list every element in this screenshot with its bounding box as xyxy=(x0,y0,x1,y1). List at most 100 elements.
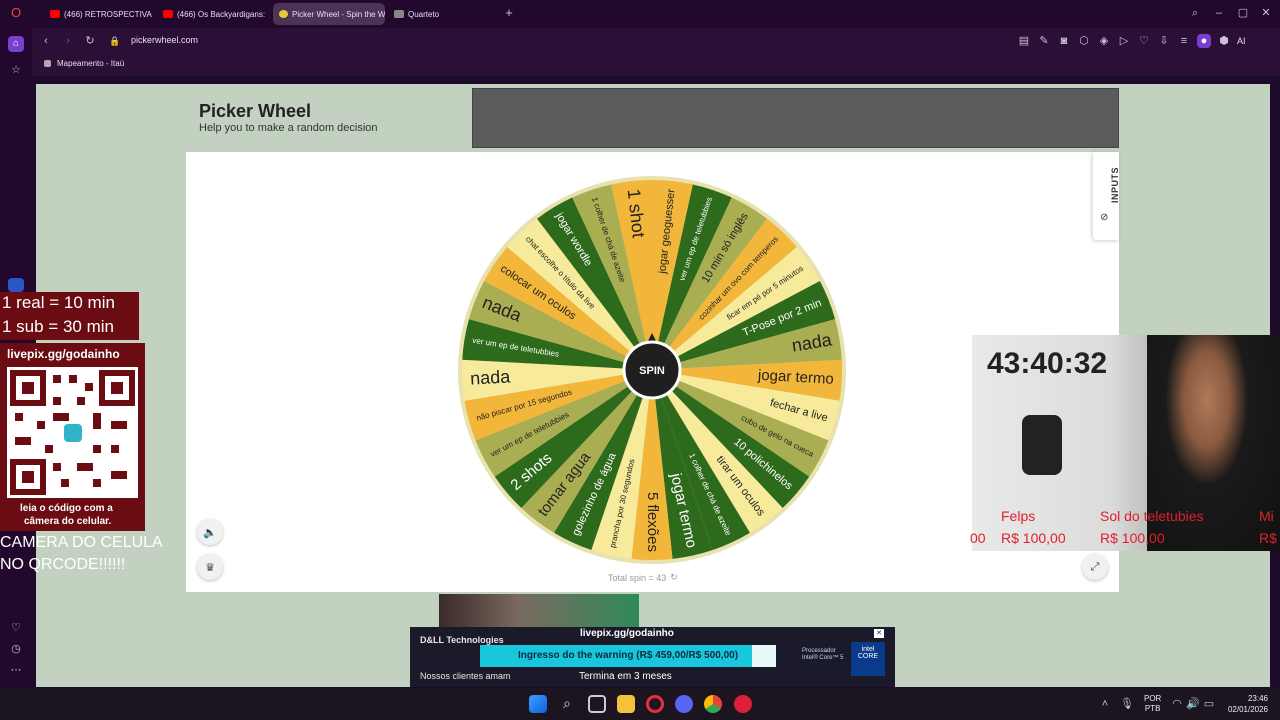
expand-icon: ⤢ xyxy=(1090,560,1100,573)
more-icon[interactable]: ⋯ xyxy=(9,663,23,677)
bookmark-mapeamento[interactable]: Mapeamento - Itaú xyxy=(44,59,124,68)
volume-icon[interactable]: 🔊 xyxy=(1186,697,1200,711)
snapshot-icon[interactable]: ▤ xyxy=(1017,34,1031,48)
edit-icon[interactable]: ✎ xyxy=(1037,34,1051,48)
picker-wheel[interactable]: jogar geoguesser ver um ep de teletubbies… xyxy=(455,173,849,567)
inputs-tab[interactable]: INPUTS ⊘ xyxy=(1093,152,1120,240)
goal-end: Termina em 3 meses xyxy=(579,671,672,682)
profile-icon[interactable]: ● xyxy=(1197,34,1211,48)
t-icon xyxy=(394,10,404,18)
qr-caption-1: leia o código com a xyxy=(20,503,113,514)
qr-code-icon xyxy=(7,367,138,498)
star-icon[interactable]: ☆ xyxy=(9,63,23,77)
history-icon[interactable]: ◷ xyxy=(9,642,23,656)
url-field[interactable]: pickerwheel.com xyxy=(131,35,198,45)
donor-name-2: Sol do teletubies xyxy=(1100,508,1204,524)
donor-amount-1: R$ 100,00 xyxy=(1001,530,1066,546)
pickerwheel-icon xyxy=(279,10,288,18)
tab-retrospectiva[interactable]: (466) RETROSPECTIVA 202 xyxy=(44,3,154,25)
ad-tagline: Nossos clientes amam xyxy=(420,671,511,681)
qr-panel: livepix.gg/godainho leia o código com a … xyxy=(0,343,145,531)
new-tab-icon[interactable]: + xyxy=(502,6,516,20)
qr-url: livepix.gg/godainho xyxy=(7,347,120,361)
microphone-image xyxy=(1022,415,1062,475)
wheel-segment-label: 5 flexões xyxy=(644,492,661,552)
tab-picker-wheel[interactable]: Picker Wheel - Spin the W xyxy=(273,3,385,25)
shield-icon[interactable]: ⬡ xyxy=(1077,34,1091,48)
messenger-icon[interactable] xyxy=(8,278,24,292)
ai-button[interactable]: AI xyxy=(1237,34,1246,48)
maximize-icon[interactable]: ▢ xyxy=(1236,6,1250,20)
search-tabs-icon[interactable]: ⌕ xyxy=(1188,6,1202,20)
vpn-icon[interactable]: ◈ xyxy=(1097,34,1111,48)
battery-icon[interactable]: ▭ xyxy=(1202,697,1216,711)
donor-name-1: Felps xyxy=(1001,508,1036,524)
donor-ticker: 00 Felps R$ 100,00 Sol do teletubies R$ … xyxy=(970,508,1277,546)
bookmarks-bar: Mapeamento - Itaú xyxy=(32,54,1280,76)
chip-text: Processador Intel® Core™ 5 xyxy=(802,648,844,661)
price-line-1: 1 real = 10 min xyxy=(2,293,115,312)
mic-icon[interactable]: 🎙 xyxy=(1120,697,1134,711)
back-icon[interactable]: ‹ xyxy=(39,34,53,48)
windows-start-icon[interactable] xyxy=(529,695,547,713)
youtube-icon xyxy=(163,10,173,18)
search-icon[interactable]: ⌕ xyxy=(558,695,576,713)
file-explorer-icon[interactable] xyxy=(617,695,635,713)
bookmark-favicon-icon xyxy=(44,60,51,67)
tab-backyardigans[interactable]: (466) Os Backyardigans: O xyxy=(157,3,267,25)
home-icon[interactable]: ⌂ xyxy=(8,36,24,52)
extensions-icon[interactable]: ⬢ xyxy=(1217,34,1231,48)
reload-icon[interactable]: ↻ xyxy=(83,34,97,48)
sound-button[interactable]: 🔈 xyxy=(197,519,223,545)
tab-quarteto[interactable]: Quarteto xyxy=(388,3,498,25)
camera-text-1: CAMERA DO CELULA xyxy=(0,534,163,551)
minimize-icon[interactable]: – xyxy=(1212,6,1226,20)
forward-icon[interactable]: › xyxy=(61,34,75,48)
discord-icon[interactable] xyxy=(675,695,693,713)
page-title: Picker Wheel xyxy=(199,101,312,121)
video-thumbnail[interactable] xyxy=(439,594,639,627)
tray-chevron-icon[interactable]: ˄ xyxy=(1098,697,1112,711)
taskbar xyxy=(0,688,1280,720)
qr-caption-2: câmera do celular. xyxy=(24,516,112,527)
play-icon[interactable]: ▷ xyxy=(1117,34,1131,48)
chrome-icon[interactable] xyxy=(704,695,722,713)
youtube-icon xyxy=(50,10,60,18)
opera-logo-icon[interactable]: O xyxy=(9,6,23,20)
ad-close-icon[interactable]: ✕ xyxy=(874,629,884,638)
goal-text: Ingresso do the warning (R$ 459,00/R$ 50… xyxy=(517,650,739,661)
goal-url: livepix.gg/godainho xyxy=(580,628,674,639)
record-icon[interactable] xyxy=(734,695,752,713)
trophy-icon: ♛ xyxy=(205,561,215,574)
opera-icon[interactable] xyxy=(646,695,664,713)
task-view-icon[interactable] xyxy=(588,695,606,713)
results-button[interactable]: ♛ xyxy=(197,554,223,580)
clock[interactable]: 23:46 02/01/2026 xyxy=(1222,693,1268,715)
bottom-ad[interactable]: D&LL Technologies Nossos clientes amam l… xyxy=(410,627,895,687)
camera-text-2: NO QRCODE!!!!!! xyxy=(0,556,126,573)
intel-logo: intel CORE xyxy=(851,642,885,676)
speaker-icon: 🔈 xyxy=(203,526,217,539)
reset-icon[interactable]: ↻ xyxy=(670,572,678,583)
hide-icon[interactable]: ⊘ xyxy=(1100,212,1108,223)
ad-banner[interactable] xyxy=(472,88,1119,148)
address-bar: ‹ › ↻ 🔒 pickerwheel.com ▤ ✎ ◙ ⬡ ◈ ▷ ♡ ⇩ … xyxy=(32,28,1280,54)
wheel-segment-label: nada xyxy=(470,366,512,388)
total-spin: Total spin = 43 ↻ xyxy=(608,572,678,583)
menu-icon[interactable]: ≡ xyxy=(1177,34,1191,48)
language-indicator[interactable]: POR PTB xyxy=(1144,694,1161,714)
price-line-2: 1 sub = 30 min xyxy=(2,317,114,336)
stream-timer: 43:40:32 xyxy=(987,347,1108,380)
goal-bar: Ingresso do the warning (R$ 459,00/R$ 50… xyxy=(480,645,776,667)
dell-logo: D&LL Technologies xyxy=(420,635,504,645)
close-icon[interactable]: ✕ xyxy=(1259,6,1273,20)
download-icon[interactable]: ⇩ xyxy=(1157,34,1171,48)
heart-outline-icon[interactable]: ♡ xyxy=(1137,34,1151,48)
browser-tab-bar: O (466) RETROSPECTIVA 202 (466) Os Backy… xyxy=(0,0,1280,28)
lock-icon: 🔒 xyxy=(109,36,121,46)
camera-icon[interactable]: ◙ xyxy=(1057,34,1071,48)
fullscreen-button[interactable]: ⤢ xyxy=(1082,554,1108,580)
spin-label: SPIN xyxy=(639,365,665,377)
wifi-icon[interactable]: ◠ xyxy=(1170,697,1184,711)
heart-icon[interactable]: ♡ xyxy=(9,621,23,635)
